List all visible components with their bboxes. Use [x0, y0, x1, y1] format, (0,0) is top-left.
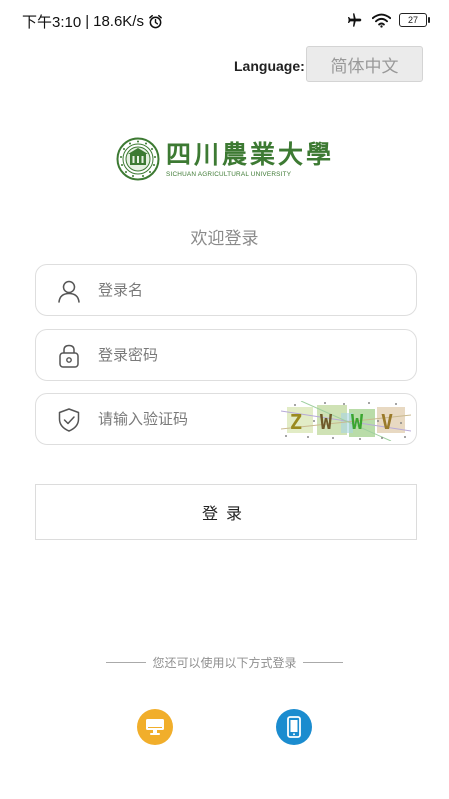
status-separator: |: [85, 13, 90, 30]
mobile-login-button[interactable]: [276, 709, 312, 745]
logo-text: 四川農業大學 SICHUAN AGRICULTURAL UNIVERSITY: [166, 139, 335, 178]
captcha-field[interactable]: Z W W V: [35, 393, 417, 445]
shield-check-icon: [58, 408, 80, 432]
captcha-char-4: V: [381, 410, 393, 434]
alternative-login-text: 您还可以使用以下方式登录: [152, 656, 297, 670]
captcha-image[interactable]: Z W W V: [281, 401, 411, 441]
status-right: 27: [346, 12, 430, 28]
captcha-char-1: Z: [290, 410, 302, 434]
lock-icon: [59, 344, 79, 368]
computer-icon: [146, 719, 164, 735]
username-field[interactable]: [35, 264, 417, 316]
pc-login-button[interactable]: [137, 709, 173, 745]
battery-indicator: 27: [399, 13, 430, 27]
mobile-phone-icon: [287, 716, 301, 738]
language-selected-value: 简体中文: [330, 56, 399, 77]
password-input[interactable]: [98, 330, 308, 380]
user-icon: [58, 280, 80, 303]
status-bar: 下午3:10 | 18.6K/s 27: [0, 0, 449, 42]
status-time: 下午3:10: [22, 14, 82, 31]
university-seal-icon: [116, 137, 160, 181]
university-chinese-name: 四川農業大學: [166, 139, 335, 169]
language-label: Language:: [234, 58, 305, 74]
language-select[interactable]: 简体中文: [306, 46, 423, 82]
password-field[interactable]: [35, 329, 417, 381]
status-left: 下午3:10 | 18.6K/s: [22, 11, 163, 32]
captcha-input[interactable]: [98, 394, 308, 444]
university-english-name: SICHUAN AGRICULTURAL UNIVERSITY: [166, 170, 292, 178]
divider-line-left: [106, 662, 147, 663]
divider-line-right: [302, 662, 343, 663]
captcha-char-3: W: [351, 410, 364, 434]
username-input[interactable]: [98, 265, 308, 315]
captcha-char-2: W: [320, 410, 333, 434]
alarm-clock-icon: [149, 14, 162, 29]
airplane-mode-icon: [348, 13, 362, 27]
welcome-title: 欢迎登录: [190, 229, 259, 249]
battery-level: 27: [407, 15, 418, 25]
wifi-icon: [372, 13, 391, 28]
alternative-login-divider: 您还可以使用以下方式登录: [0, 654, 449, 671]
login-button[interactable]: 登录: [35, 484, 417, 540]
university-logo: 四川農業大學 SICHUAN AGRICULTURAL UNIVERSITY: [116, 135, 336, 183]
network-speed: 18.6K/s: [93, 13, 144, 30]
